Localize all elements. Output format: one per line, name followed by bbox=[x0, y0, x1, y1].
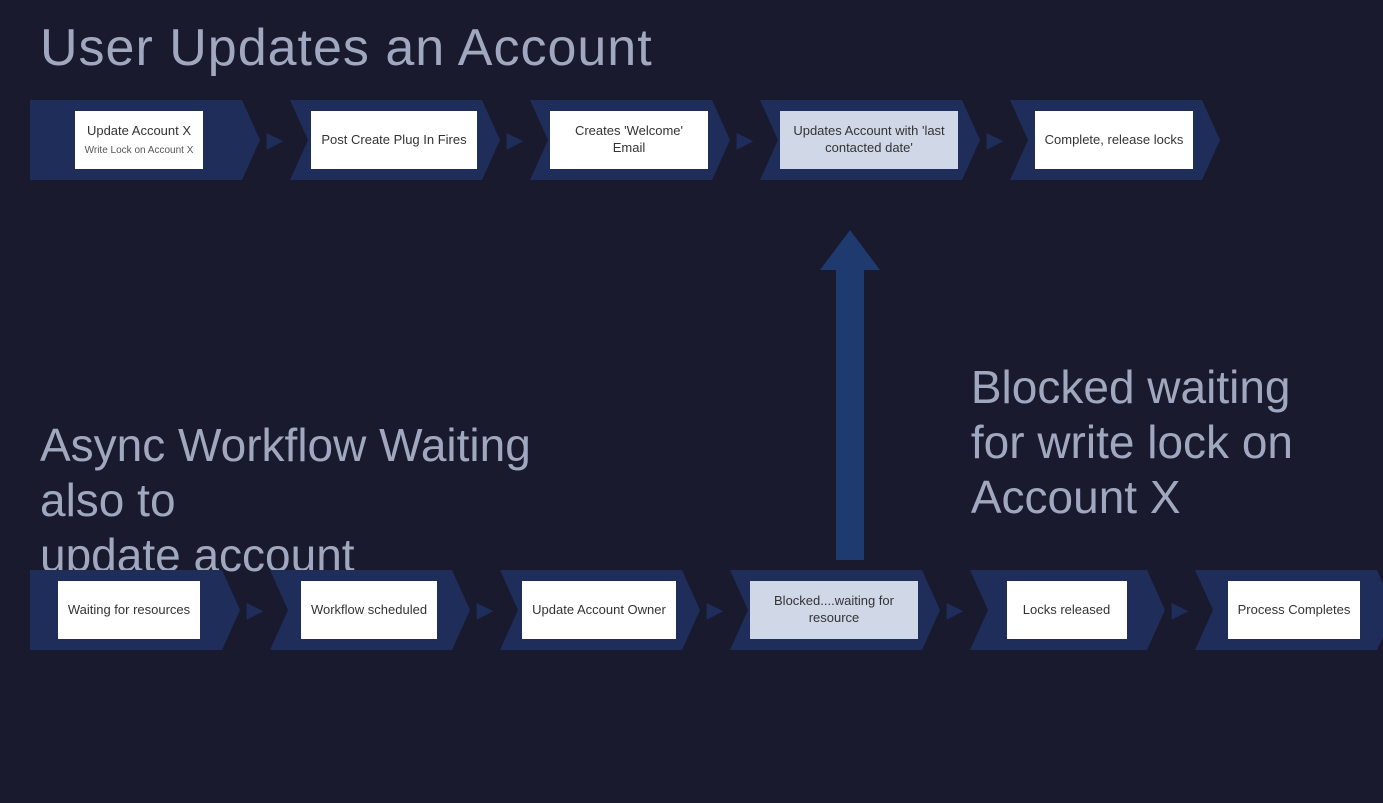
chevron-bg-step4: Updates Account with 'last contacted dat… bbox=[760, 100, 980, 180]
chevron-inner-step5: Complete, release locks bbox=[1035, 111, 1194, 169]
chevron-inner-bstep4: Blocked....waiting for resource bbox=[750, 581, 918, 639]
flow-item-step5: Complete, release locks bbox=[1010, 100, 1220, 180]
chevron-bg-step5: Complete, release locks bbox=[1010, 100, 1220, 180]
chevron-inner-bstep1: Waiting for resources bbox=[58, 581, 200, 639]
bottom-flow-row: Waiting for resources Workflow scheduled bbox=[30, 570, 1353, 650]
connector-3-4 bbox=[730, 125, 760, 155]
bstep5-label: Locks released bbox=[1023, 602, 1110, 619]
chevron-inner-bstep2: Workflow scheduled bbox=[301, 581, 437, 639]
chevron-shape-step1: Update Account X Write Lock on Account X bbox=[30, 100, 260, 180]
step1-subtext: Write Lock on Account X bbox=[85, 144, 194, 157]
step3-label: Creates 'Welcome' Email bbox=[560, 123, 698, 157]
step4-label: Updates Account with 'last contacted dat… bbox=[790, 123, 948, 157]
chevron-shape-bstep1: Waiting for resources bbox=[30, 570, 240, 650]
chevron-bg-step2: Post Create Plug In Fires bbox=[290, 100, 500, 180]
chevron-bg-bstep4: Blocked....waiting for resource bbox=[730, 570, 940, 650]
top-flow-row: Update Account X Write Lock on Account X… bbox=[30, 100, 1353, 180]
chevron-inner-bstep5: Locks released bbox=[1007, 581, 1127, 639]
flow-item-step2: Post Create Plug In Fires bbox=[290, 100, 500, 180]
bconnector-2-3 bbox=[470, 595, 500, 625]
blocked-line1: Blocked waiting bbox=[971, 361, 1291, 413]
async-workflow-title: Async Workflow Waiting also to update ac… bbox=[40, 418, 600, 584]
main-title: User Updates an Account bbox=[40, 18, 653, 78]
chevron-inner-step3: Creates 'Welcome' Email bbox=[550, 111, 708, 169]
blocked-line3: Account X bbox=[971, 471, 1181, 523]
step2-label: Post Create Plug In Fires bbox=[321, 132, 466, 149]
flow-item-bstep4: Blocked....waiting for resource bbox=[730, 570, 940, 650]
blocked-line2: for write lock on bbox=[971, 416, 1293, 468]
chevron-inner-step4: Updates Account with 'last contacted dat… bbox=[780, 111, 958, 169]
chevron-shape-bstep5: Locks released bbox=[970, 570, 1165, 650]
flow-item-bstep5: Locks released bbox=[970, 570, 1165, 650]
bstep3-label: Update Account Owner bbox=[532, 602, 666, 619]
step1-label: Update Account X bbox=[87, 123, 191, 140]
chevron-inner-step2: Post Create Plug In Fires bbox=[311, 111, 476, 169]
chevron-shape-bstep6: Process Completes bbox=[1195, 570, 1383, 650]
chevron-bg-step1: Update Account X Write Lock on Account X bbox=[30, 100, 260, 180]
chevron-bg-bstep3: Update Account Owner bbox=[500, 570, 700, 650]
bconnector-3-4 bbox=[700, 595, 730, 625]
chevron-shape-step4: Updates Account with 'last contacted dat… bbox=[760, 100, 980, 180]
flow-item-step4: Updates Account with 'last contacted dat… bbox=[760, 100, 980, 180]
blocked-waiting-title: Blocked waiting for write lock on Accoun… bbox=[971, 360, 1293, 526]
connector-4-5 bbox=[980, 125, 1010, 155]
chevron-bg-bstep1: Waiting for resources bbox=[30, 570, 240, 650]
chevron-inner-step1: Update Account X Write Lock on Account X bbox=[75, 111, 204, 169]
chevron-bg-step3: Creates 'Welcome' Email bbox=[530, 100, 730, 180]
chevron-shape-bstep4: Blocked....waiting for resource bbox=[730, 570, 940, 650]
bstep6-label: Process Completes bbox=[1238, 602, 1351, 619]
chevron-shape-step3: Creates 'Welcome' Email bbox=[530, 100, 730, 180]
chevron-shape-step5: Complete, release locks bbox=[1010, 100, 1220, 180]
async-title-line1: Async Workflow Waiting also to bbox=[40, 419, 531, 526]
arrow-shaft bbox=[836, 270, 864, 560]
chevron-inner-bstep6: Process Completes bbox=[1228, 581, 1361, 639]
connector-2-3 bbox=[500, 125, 530, 155]
bconnector-4-5 bbox=[940, 595, 970, 625]
flow-item-step1: Update Account X Write Lock on Account X bbox=[30, 100, 260, 180]
arrow-head bbox=[820, 230, 880, 270]
connector-1-2 bbox=[260, 125, 290, 155]
flow-item-bstep6: Process Completes bbox=[1195, 570, 1383, 650]
vertical-arrow-blocked bbox=[820, 230, 880, 560]
bstep4-label: Blocked....waiting for resource bbox=[760, 593, 908, 627]
chevron-bg-bstep5: Locks released bbox=[970, 570, 1165, 650]
chevron-bg-bstep2: Workflow scheduled bbox=[270, 570, 470, 650]
flow-item-bstep2: Workflow scheduled bbox=[270, 570, 470, 650]
chevron-shape-bstep2: Workflow scheduled bbox=[270, 570, 470, 650]
flow-item-bstep3: Update Account Owner bbox=[500, 570, 700, 650]
chevron-bg-bstep6: Process Completes bbox=[1195, 570, 1383, 650]
flow-item-step3: Creates 'Welcome' Email bbox=[530, 100, 730, 180]
bstep1-label: Waiting for resources bbox=[68, 602, 190, 619]
page-container: User Updates an Account Update Account X… bbox=[0, 0, 1383, 803]
chevron-shape-step2: Post Create Plug In Fires bbox=[290, 100, 500, 180]
step5-label: Complete, release locks bbox=[1045, 132, 1184, 149]
chevron-inner-bstep3: Update Account Owner bbox=[522, 581, 676, 639]
bconnector-5-6 bbox=[1165, 595, 1195, 625]
flow-item-bstep1: Waiting for resources bbox=[30, 570, 240, 650]
bconnector-1-2 bbox=[240, 595, 270, 625]
bstep2-label: Workflow scheduled bbox=[311, 602, 427, 619]
chevron-shape-bstep3: Update Account Owner bbox=[500, 570, 700, 650]
